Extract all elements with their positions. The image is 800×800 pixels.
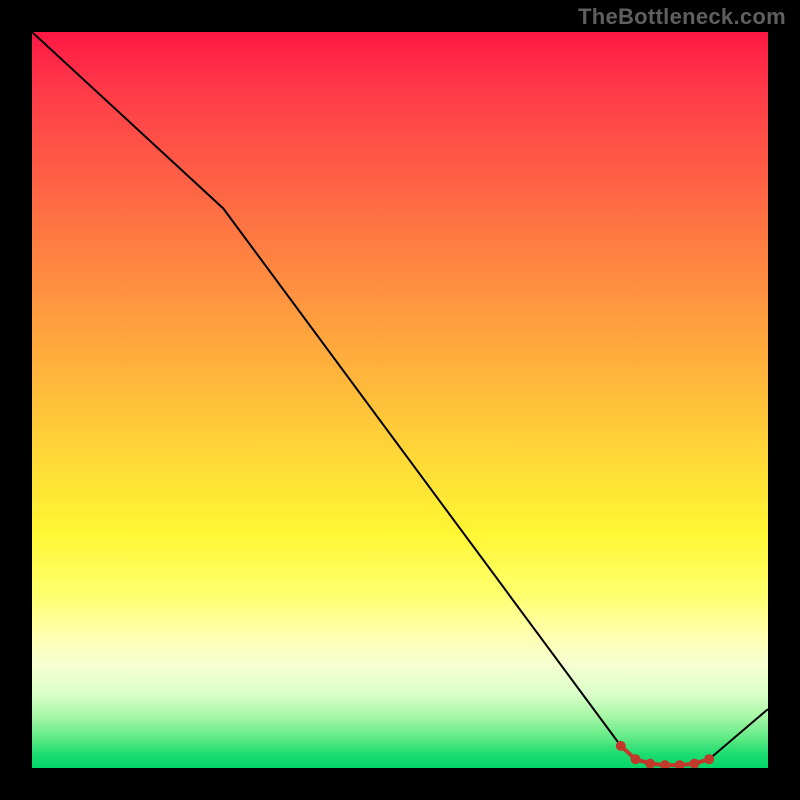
optimal-marker: [616, 741, 626, 751]
watermark-text: TheBottleneck.com: [578, 4, 786, 30]
chart-frame: TheBottleneck.com: [0, 0, 800, 800]
plot-area: [32, 32, 768, 768]
optimal-markers: [616, 741, 714, 768]
optimal-marker: [675, 760, 685, 768]
curve-svg: [32, 32, 768, 768]
optimal-marker: [631, 754, 641, 764]
optimal-marker: [660, 760, 670, 768]
bottleneck-curve: [32, 32, 768, 765]
optimal-marker: [645, 759, 655, 768]
optimal-marker: [689, 759, 699, 768]
optimal-marker: [704, 754, 714, 764]
